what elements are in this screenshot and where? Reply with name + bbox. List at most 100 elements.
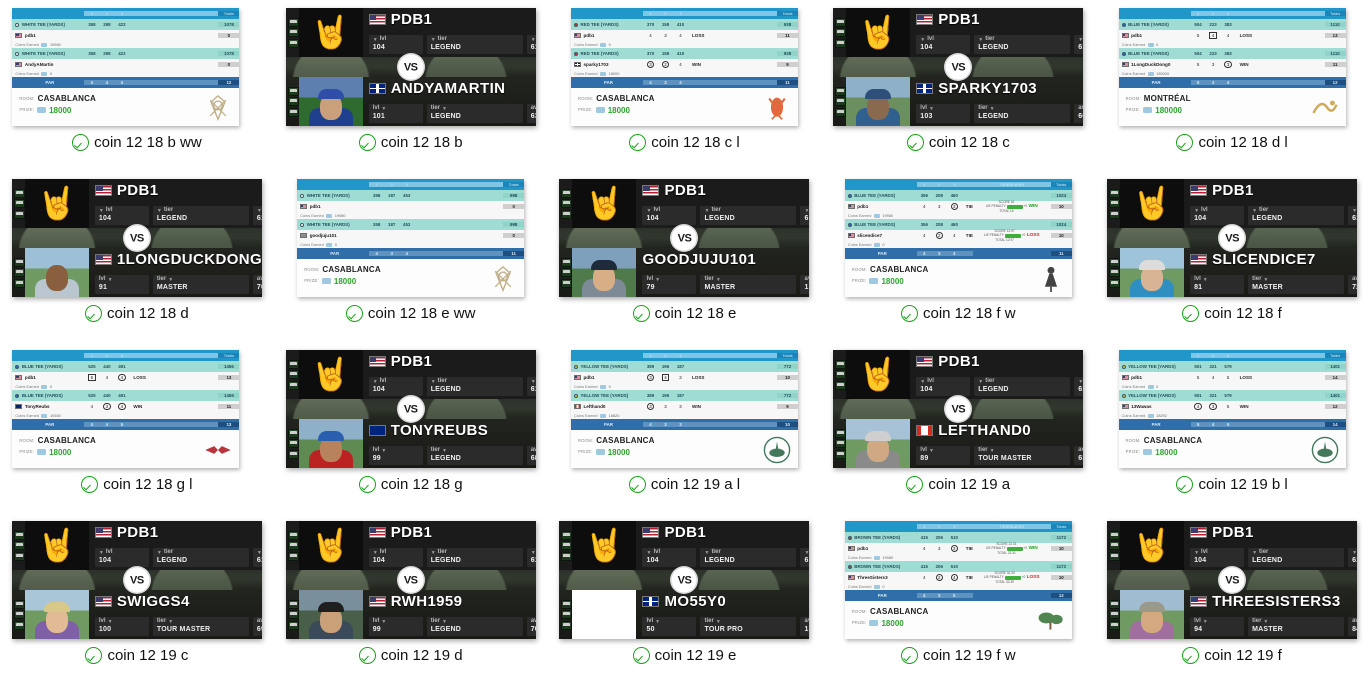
stat-tier[interactable]: tier ▼ LEGEND — [426, 103, 523, 123]
thumbnail-caption[interactable]: coin 12 19 a — [906, 476, 1010, 493]
stat-tier[interactable]: ▼ tier LEGEND — [1248, 205, 1345, 225]
stat-level[interactable]: ▼ lvl 104 — [368, 376, 423, 396]
scorecard-thumbnail[interactable]: 1 2 3 Totals YELLOW TEE (YARDS) 389 196 187 772 p… — [570, 350, 798, 468]
thumbnail-caption[interactable]: coin 12 18 f — [1182, 305, 1282, 322]
stat-level[interactable]: ▼ lvl 104 — [916, 34, 971, 54]
stat-level[interactable]: ▼ lvl 104 — [916, 376, 971, 396]
versus-thumbnail[interactable]: PDB1▼ lvl104▼ tierLEGEND▼ avg61.87 MO55Y0… — [559, 521, 810, 639]
player-panel-bot[interactable]: 1LONGDUCKDONGOlvl ▼91tier ▼MASTERavg ▼76… — [11, 248, 262, 297]
thumbnail-caption[interactable]: coin 12 18 b ww — [72, 134, 202, 151]
stat-average[interactable]: avg ▼69.24 — [252, 616, 262, 636]
player-panel-top[interactable]: PDB1▼ lvl104▼ tierLEGEND▼ avg61.87 — [833, 350, 1084, 399]
stat-tier[interactable]: tier ▼ LEGEND — [974, 103, 1071, 123]
stat-level[interactable]: lvl ▼ 99 — [368, 616, 423, 636]
stat-level[interactable]: lvl ▼ 79 — [642, 274, 697, 294]
stat-level[interactable]: ▼ lvl 104 — [368, 34, 423, 54]
stat-tier[interactable]: tier ▼ LEGEND — [426, 616, 523, 636]
thumbnail-caption[interactable]: coin 12 18 d l — [1176, 134, 1288, 151]
player-panel-bot[interactable]: MO55Y0lvl ▼50tier ▼TOUR PROavg ▼150 — [559, 590, 810, 639]
thumbnail-caption[interactable]: coin 12 18 e — [632, 305, 736, 322]
thumbnail-caption[interactable]: coin 12 19 e — [632, 647, 736, 664]
player-panel-top[interactable]: PDB1▼ lvl104▼ tierLEGEND▼ avg61.87 — [285, 350, 536, 399]
stat-level[interactable]: lvl ▼ 89 — [916, 445, 971, 465]
stat-tier[interactable]: ▼ tier LEGEND — [152, 547, 249, 567]
thumbnail-caption[interactable]: coin 12 18 f w — [901, 305, 1016, 322]
gallery-cell[interactable]: 1 2 3 Totals BLUE TEE (YARDS) 525 440 491 1456 pd… — [0, 342, 274, 513]
stat-average[interactable]: avg ▼63.55 — [526, 103, 536, 123]
stat-tier[interactable]: tier ▼ TOUR MASTER — [152, 616, 249, 636]
stat-level[interactable]: lvl ▼ 100 — [94, 616, 149, 636]
gallery-cell[interactable]: 1 2 3 TIEBREAKER Totals BROWN TEE (YARDS) 415 2… — [821, 513, 1095, 684]
player-panel-bot[interactable]: RWH1959lvl ▼99tier ▼LEGENDavg ▼70.49 — [285, 590, 536, 639]
versus-thumbnail[interactable]: PDB1▼ lvl104▼ tierLEGEND▼ avg61.87 1LONGD… — [11, 179, 262, 297]
player-panel-top[interactable]: PDB1▼ lvl104▼ tierLEGEND▼ avg61.87 — [559, 179, 810, 228]
stat-tier[interactable]: tier ▼ MASTER — [1248, 274, 1345, 294]
stat-average[interactable]: ▼ avg61.87 — [1348, 205, 1358, 225]
scorecard-thumbnail[interactable]: 1 2 3 Totals RED TEE (YARDS) 370 158 410 938 pdb1… — [570, 8, 798, 126]
stat-tier[interactable]: ▼ tier LEGEND — [1248, 547, 1345, 567]
thumbnail-caption[interactable]: coin 12 18 c — [906, 134, 1010, 151]
versus-thumbnail[interactable]: PDB1▼ lvl104▼ tierLEGEND▼ avg61.87 ANDYAM… — [285, 8, 536, 126]
versus-thumbnail[interactable]: PDB1▼ lvl104▼ tierLEGEND▼ avg61.87SPARKY… — [833, 8, 1084, 126]
versus-thumbnail[interactable]: PDB1▼ lvl104▼ tierLEGEND▼ avg61.87THREES… — [1107, 521, 1358, 639]
player-panel-bot[interactable]: ANDYAMARTINlvl ▼101tier ▼LEGENDavg ▼63.5… — [285, 77, 536, 126]
thumbnail-caption[interactable]: coin 12 18 g l — [81, 476, 193, 493]
gallery-cell[interactable]: PDB1▼ lvl104▼ tierLEGEND▼ avg61.87 GOODJU… — [548, 171, 822, 342]
stat-average[interactable]: avg ▼76.2 — [252, 274, 262, 294]
stat-average[interactable]: ▼ avg61.87 — [252, 205, 262, 225]
thumbnail-caption[interactable]: coin 12 18 d — [85, 305, 189, 322]
stat-level[interactable]: lvl ▼ 81 — [1190, 274, 1245, 294]
stat-average[interactable]: ▼ avg61.87 — [800, 547, 810, 567]
versus-thumbnail[interactable]: PDB1▼ lvl104▼ tierLEGEND▼ avg61.87 RWH195… — [285, 521, 536, 639]
stat-tier[interactable]: ▼ tier LEGEND — [426, 547, 523, 567]
stat-level[interactable]: ▼ lvl 104 — [368, 547, 423, 567]
scorecard-thumbnail[interactable]: 1 2 3 Totals WHITE TEE (YARDS) 358 187 453 998 pd… — [297, 179, 525, 297]
player-panel-top[interactable]: PDB1▼ lvl104▼ tierLEGEND▼ avg61.87 — [285, 521, 536, 570]
stat-level[interactable]: ▼ lvl 104 — [642, 205, 697, 225]
stat-tier[interactable]: ▼ tier LEGEND — [974, 376, 1071, 396]
gallery-cell[interactable]: 1 2 3 Totals YELLOW TEE (YARDS) 389 196 187 772 p… — [548, 342, 822, 513]
gallery-cell[interactable]: PDB1▼ lvl104▼ tierLEGEND▼ avg61.87SPARKY… — [821, 0, 1095, 171]
player-panel-bot[interactable]: GOODJUJU101lvl ▼79tier ▼MASTERavg ▼150 — [559, 248, 810, 297]
stat-average[interactable]: ▼ avg61.87 — [1074, 376, 1084, 396]
stat-tier[interactable]: ▼ tier LEGEND — [426, 376, 523, 396]
stat-tier[interactable]: ▼ tier LEGEND — [152, 205, 249, 225]
stat-level[interactable]: ▼ lvl 104 — [1190, 547, 1245, 567]
versus-thumbnail[interactable]: PDB1▼ lvl104▼ tierLEGEND▼ avg61.87SLICEN… — [1107, 179, 1358, 297]
gallery-cell[interactable]: 1 2 3 Totals RED TEE (YARDS) 370 158 410 938 pdb1… — [548, 0, 822, 171]
scorecard-thumbnail[interactable]: 1 2 3 Totals BLUE TEE (YARDS) 525 440 491 1456 pd… — [12, 350, 240, 468]
player-panel-top[interactable]: PDB1▼ lvl104▼ tierLEGEND▼ avg61.87 — [11, 521, 262, 570]
player-panel-top[interactable]: PDB1▼ lvl104▼ tierLEGEND▼ avg61.87 — [11, 179, 262, 228]
stat-tier[interactable]: ▼ tier LEGEND — [700, 205, 797, 225]
stat-tier[interactable]: tier ▼ MASTER — [1248, 616, 1345, 636]
gallery-cell[interactable]: 1 2 3 Totals WHITE TEE (YARDS) 358 187 453 998 pd… — [274, 171, 548, 342]
stat-level[interactable]: lvl ▼ 94 — [1190, 616, 1245, 636]
gallery-cell[interactable]: 1 2 3 Totals BLUE TEE (YARDS) 504 223 383 1110 pd… — [1095, 0, 1369, 171]
versus-thumbnail[interactable]: PDB1▼ lvl104▼ tierLEGEND▼ avg61.87LEFTHA… — [833, 350, 1084, 468]
player-panel-top[interactable]: PDB1▼ lvl104▼ tierLEGEND▼ avg61.87 — [1107, 521, 1358, 570]
thumbnail-caption[interactable]: coin 12 19 f w — [901, 647, 1016, 664]
stat-average[interactable]: avg ▼63.1 — [1074, 445, 1084, 465]
player-panel-top[interactable]: PDB1▼ lvl104▼ tierLEGEND▼ avg61.87 — [285, 8, 536, 57]
stat-average[interactable]: ▼ avg61.87 — [800, 205, 810, 225]
thumbnail-caption[interactable]: coin 12 19 c — [85, 647, 188, 664]
stat-average[interactable]: avg ▼72.92 — [1348, 274, 1358, 294]
stat-tier[interactable]: tier ▼ TOUR MASTER — [974, 445, 1071, 465]
stat-average[interactable]: avg ▼150 — [800, 274, 810, 294]
gallery-cell[interactable]: PDB1▼ lvl104▼ tierLEGEND▼ avg61.87SLICEN… — [1095, 171, 1369, 342]
thumbnail-caption[interactable]: coin 12 18 e ww — [345, 305, 475, 322]
stat-level[interactable]: lvl ▼ 50 — [642, 616, 697, 636]
thumbnail-caption[interactable]: coin 12 19 b l — [1176, 476, 1288, 493]
gallery-cell[interactable]: 1 2 3 Totals WHITE TEE (YARDS) 358 298 422 1078 p… — [0, 0, 274, 171]
versus-thumbnail[interactable]: PDB1▼ lvl104▼ tierLEGEND▼ avg61.87TONYRE… — [285, 350, 536, 468]
scorecard-thumbnail[interactable]: 1 2 3 Totals YELLOW TEE (YARDS) 501 321 579 1401… — [1118, 350, 1346, 468]
thumbnail-caption[interactable]: coin 12 18 b — [358, 134, 463, 151]
stat-average[interactable]: avg ▼84 — [1348, 616, 1358, 636]
player-panel-top[interactable]: PDB1▼ lvl104▼ tierLEGEND▼ avg61.87 — [559, 521, 810, 570]
gallery-cell[interactable]: PDB1▼ lvl104▼ tierLEGEND▼ avg61.87TONYRE… — [274, 342, 548, 513]
gallery-cell[interactable]: PDB1▼ lvl104▼ tierLEGEND▼ avg61.87 RWH195… — [274, 513, 548, 684]
gallery-cell[interactable]: PDB1▼ lvl104▼ tierLEGEND▼ avg61.87 ANDYAM… — [274, 0, 548, 171]
stat-average[interactable]: ▼ avg61.87 — [1348, 547, 1358, 567]
gallery-cell[interactable]: 1 2 3 TIEBREAKER Totals BLUE TEE (YARDS) 356 20… — [821, 171, 1095, 342]
player-panel-top[interactable]: PDB1▼ lvl104▼ tierLEGEND▼ avg61.87 — [1107, 179, 1358, 228]
